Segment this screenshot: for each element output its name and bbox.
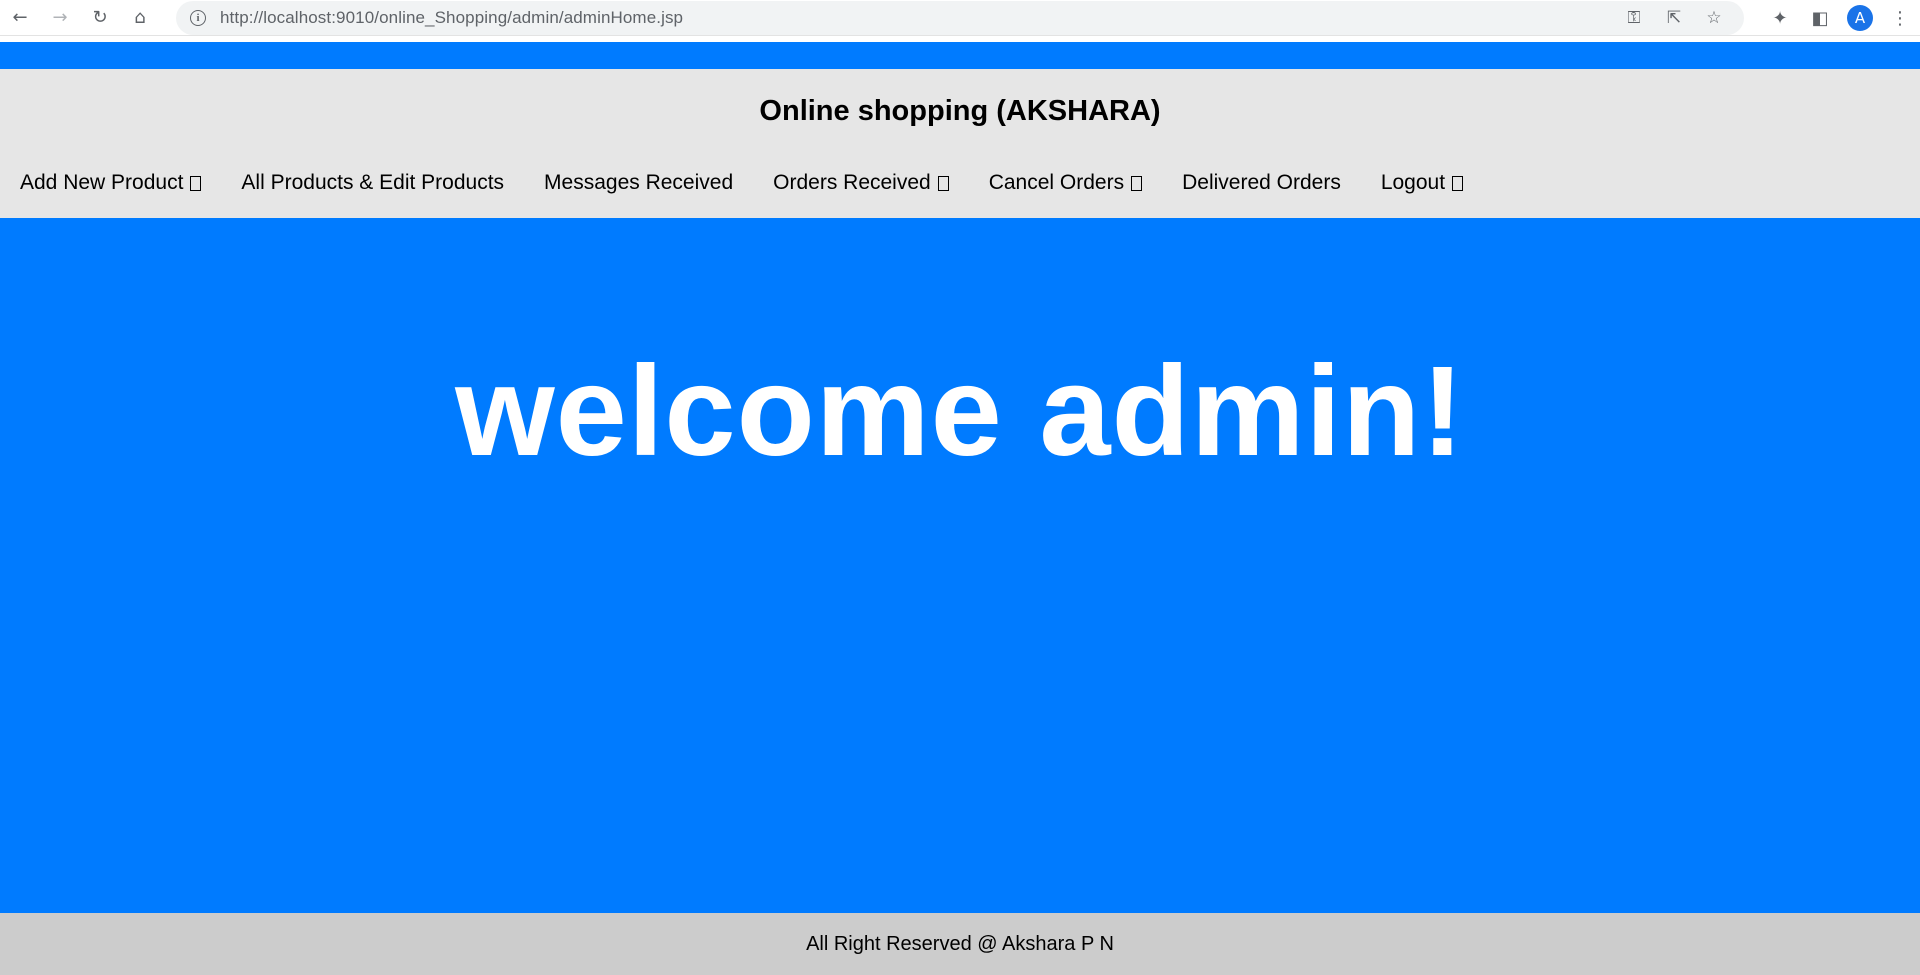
admin-nav-menu: Add New Product All Products & Edit Prod…: [20, 171, 1503, 195]
reload-icon[interactable]: ↻: [80, 0, 120, 36]
nav-orders-received[interactable]: Orders Received: [773, 171, 949, 195]
nav-messages-received[interactable]: Messages Received: [544, 171, 733, 195]
home-icon[interactable]: ⌂: [120, 0, 160, 36]
welcome-heading: welcome admin!: [455, 340, 1465, 483]
url-text[interactable]: http://localhost:9010/online_Shopping/ad…: [220, 8, 1614, 28]
missing-glyph-icon: [190, 176, 202, 191]
nav-item-label: Orders Received: [773, 171, 931, 194]
nav-delivered-orders[interactable]: Delivered Orders: [1182, 171, 1341, 195]
address-bar[interactable]: i http://localhost:9010/online_Shopping/…: [176, 1, 1744, 35]
nav-item-label: All Products & Edit Products: [241, 171, 505, 194]
page-header: Online shopping (AKSHARA) Add New Produc…: [0, 69, 1920, 218]
missing-glyph-icon: [1131, 176, 1143, 191]
forward-icon[interactable]: →: [40, 0, 80, 36]
avatar: A: [1847, 5, 1873, 31]
nav-item-label: Delivered Orders: [1182, 171, 1341, 194]
side-panel-icon[interactable]: ◧: [1800, 0, 1840, 36]
missing-glyph-icon: [937, 176, 949, 191]
back-icon[interactable]: ←: [0, 0, 40, 36]
nav-item-label: Logout: [1380, 171, 1446, 194]
nav-item-label: Messages Received: [544, 171, 734, 194]
nav-add-new-product[interactable]: Add New Product: [20, 171, 202, 195]
site-info-icon[interactable]: i: [190, 10, 206, 26]
site-title: Online shopping (AKSHARA): [759, 95, 1161, 127]
nav-item-label: Cancel Orders: [988, 171, 1125, 194]
browser-toolbar: ← → ↻ ⌂ i http://localhost:9010/online_S…: [0, 0, 1920, 36]
nav-item-label: Add New Product: [20, 171, 184, 194]
profile-button[interactable]: A: [1840, 0, 1880, 36]
extensions-icon[interactable]: ✦: [1760, 0, 1800, 36]
main-content: welcome admin!: [0, 218, 1920, 913]
kebab-menu-icon[interactable]: ⋮: [1880, 0, 1920, 36]
key-icon[interactable]: ⚿: [1614, 1, 1654, 35]
share-icon[interactable]: ⇱: [1654, 1, 1694, 35]
page-footer: All Right Reserved @ Akshara P N: [0, 913, 1920, 975]
footer-text: All Right Reserved @ Akshara P N: [806, 932, 1114, 955]
top-accent-strip: [0, 42, 1920, 69]
nav-all-products[interactable]: All Products & Edit Products: [241, 171, 504, 195]
nav-logout[interactable]: Logout: [1380, 171, 1464, 195]
star-icon[interactable]: ☆: [1694, 1, 1734, 35]
missing-glyph-icon: [1452, 176, 1464, 191]
nav-cancel-orders[interactable]: Cancel Orders: [988, 171, 1143, 195]
